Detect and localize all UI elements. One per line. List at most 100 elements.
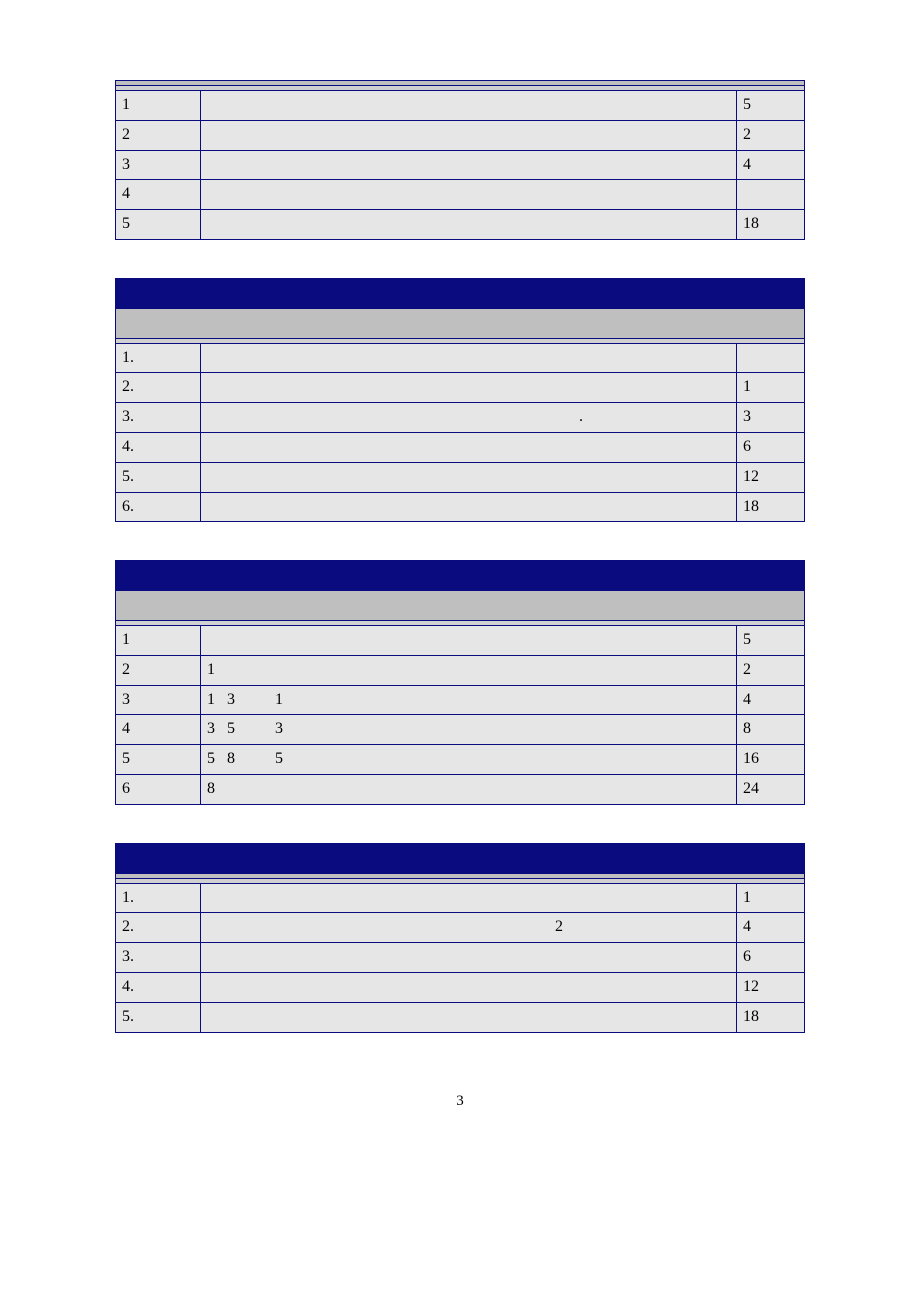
table-row: 2. 2 4 [116,913,805,943]
cell-index: 4 [116,715,201,745]
cell-points: 2 [737,120,805,150]
cell-content [201,373,737,403]
cell-points: 12 [737,972,805,1002]
cell-index: 1. [116,343,201,373]
cell-content: 1 3 1 [201,685,737,715]
cell-points: 3 [737,403,805,433]
cell-index: 2. [116,913,201,943]
cell-index: 6. [116,492,201,522]
cell-points: 1 [737,883,805,913]
cell-content [201,210,737,240]
cell-index: 1 [116,91,201,121]
cell-index: 3 [116,685,201,715]
table-row: 6 8 24 [116,774,805,804]
table-header-grey [116,308,805,338]
cell-content: 2 [201,913,737,943]
table-row: 2 2 [116,120,805,150]
cell-index: 3. [116,943,201,973]
table-row: 6. 18 [116,492,805,522]
table-block-6: 6 1. 2. 1 3. [115,278,805,522]
cell-content [201,492,737,522]
table-row: 4. 6 [116,432,805,462]
cell-content [201,625,737,655]
table-block-7: 7 1 5 2 1 2 3 1 3 1 4 4 3 5 [115,560,805,804]
cell-content [201,432,737,462]
cell-content [201,91,737,121]
cell-content: 8 [201,774,737,804]
cell-content [201,943,737,973]
page: 1 5 2 2 3 4 4 5 18 [0,0,920,1170]
cell-index: 4. [116,432,201,462]
table-row: 4. 12 [116,972,805,1002]
table-header-grey [116,591,805,621]
cell-index: 6 [116,774,201,804]
table-block-5: 1 5 2 2 3 4 4 5 18 [115,80,805,240]
table-row: 4 3 5 3 8 [116,715,805,745]
table-row: 3 1 3 1 4 [116,685,805,715]
table-header-navy: 6 [116,278,805,308]
table-row: 1 5 [116,91,805,121]
cell-content: 1 [201,655,737,685]
cell-points: 18 [737,1002,805,1032]
cell-index: 5 [116,745,201,775]
table-6: 6 1. 2. 1 3. [115,278,805,522]
cell-points: 24 [737,774,805,804]
table-row: 1 5 [116,625,805,655]
cell-content [201,343,737,373]
cell-points: 1 [737,373,805,403]
table-row: 5 5 8 5 16 [116,745,805,775]
cell-index: 2 [116,655,201,685]
cell-points: 6 [737,943,805,973]
cell-points: 16 [737,745,805,775]
cell-points: 6 [737,432,805,462]
cell-index: 4 [116,180,201,210]
cell-index: 5. [116,462,201,492]
table-8: 8 1. 1 2. 2 4 [115,843,805,1033]
cell-points: 5 [737,625,805,655]
cell-points: 18 [737,492,805,522]
table-header-navy: 8 [116,843,805,873]
table-row: 2 1 2 [116,655,805,685]
cell-index: 1 [116,625,201,655]
cell-index: 5 [116,210,201,240]
table-row: 3 4 [116,150,805,180]
table-row: 3. . 3 [116,403,805,433]
cell-index: 5. [116,1002,201,1032]
cell-index: 1. [116,883,201,913]
cell-points: 4 [737,913,805,943]
table-row: 5. 18 [116,1002,805,1032]
cell-content: 5 8 5 [201,745,737,775]
cell-points: 18 [737,210,805,240]
cell-index: 4. [116,972,201,1002]
table-row: 4 [116,180,805,210]
cell-points: 8 [737,715,805,745]
cell-content [201,883,737,913]
cell-index: 3 [116,150,201,180]
table-row: 2. 1 [116,373,805,403]
table-row: 1. [116,343,805,373]
cell-content [201,1002,737,1032]
cell-points: 4 [737,685,805,715]
cell-content: . [201,403,737,433]
cell-points: 2 [737,655,805,685]
cell-content [201,462,737,492]
table-5: 1 5 2 2 3 4 4 5 18 [115,80,805,240]
cell-points [737,343,805,373]
table-row: 5 18 [116,210,805,240]
table-7: 7 1 5 2 1 2 3 1 3 1 4 4 3 5 [115,560,805,804]
cell-content [201,150,737,180]
cell-points: 12 [737,462,805,492]
cell-points: 4 [737,150,805,180]
cell-index: 2 [116,120,201,150]
table-block-8: 8 1. 1 2. 2 4 [115,843,805,1033]
cell-points [737,180,805,210]
table-row: 3. 6 [116,943,805,973]
cell-content: 3 5 3 [201,715,737,745]
cell-content [201,180,737,210]
table-row: 5. 12 [116,462,805,492]
cell-content [201,972,737,1002]
cell-content [201,120,737,150]
cell-index: 2. [116,373,201,403]
page-number: 3 [115,1093,805,1110]
cell-index: 3. [116,403,201,433]
